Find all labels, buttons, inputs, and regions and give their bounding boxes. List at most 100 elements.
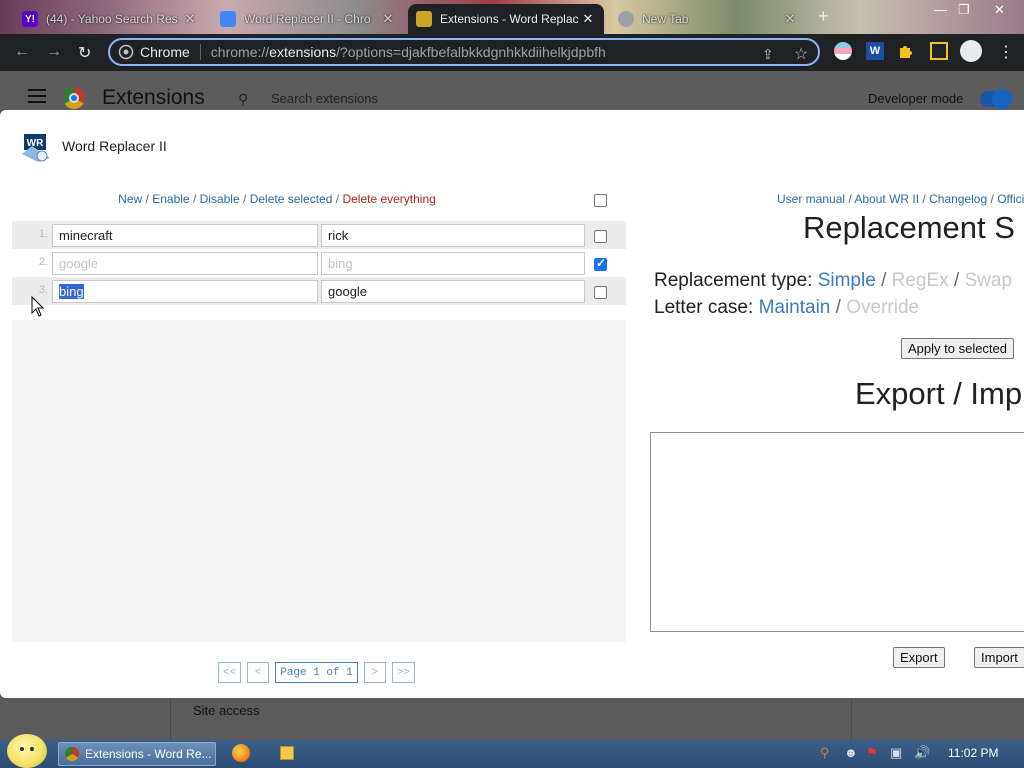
taskbar-item-chrome[interactable]: Extensions - Word Re...	[58, 742, 216, 766]
override-option[interactable]: Override	[846, 297, 919, 318]
replace-input[interactable]: google	[321, 280, 585, 303]
address-bar[interactable]: Chrome chrome://extensions/?options=djak…	[108, 38, 820, 66]
tab-label: Extensions - Word Replac	[440, 12, 579, 26]
forward-icon[interactable]: →	[46, 43, 62, 61]
restore-icon[interactable]: ❐	[958, 2, 970, 18]
profile-flag-icon[interactable]	[834, 42, 852, 60]
close-tab-icon[interactable]: ✕	[782, 11, 798, 27]
search-tray-icon[interactable]: ⚲	[820, 745, 830, 761]
close-tab-icon[interactable]: ✕	[380, 11, 396, 27]
back-icon[interactable]: ←	[14, 43, 30, 61]
tab-label: (44) - Yahoo Search Res	[46, 12, 178, 26]
find-input[interactable]: bing	[52, 280, 318, 303]
page-title: Extensions	[102, 86, 205, 109]
minimize-icon[interactable]: —	[934, 2, 947, 17]
replacement-list: New / Enable / Disable / Delete selected…	[12, 180, 626, 320]
export-button[interactable]: Export	[893, 647, 945, 668]
replace-input[interactable]: bing	[321, 252, 585, 275]
new-tab-button[interactable]: +	[818, 6, 829, 27]
tab-new-tab[interactable]: New Tab ✕	[610, 4, 806, 34]
mouse-cursor-icon	[31, 296, 45, 317]
close-tab-icon[interactable]: ✕	[182, 11, 198, 27]
word-replacer-extension-icon[interactable]: W	[866, 42, 884, 60]
find-input[interactable]: minecraft	[52, 224, 318, 247]
tab-yahoo-search[interactable]: Y! (44) - Yahoo Search Res ✕	[14, 4, 206, 34]
dialog-header: WR Word Replacer II	[0, 110, 1024, 180]
start-button[interactable]	[7, 734, 47, 768]
extensions-puzzle-icon[interactable]	[898, 43, 914, 59]
replace-input[interactable]: rick	[321, 224, 585, 247]
export-import-textarea[interactable]	[650, 432, 1024, 632]
profile-avatar-icon[interactable]	[960, 40, 982, 62]
disable-link[interactable]: Disable	[200, 192, 240, 206]
apply-to-selected-button[interactable]: Apply to selected	[901, 338, 1015, 359]
volume-icon[interactable]: 🔊	[914, 745, 930, 761]
search-input[interactable]: Search extensions	[271, 91, 378, 106]
close-tab-icon[interactable]: ✕	[580, 11, 596, 27]
selected-text: bing	[59, 284, 84, 299]
page-indicator: Page 1 of 1	[275, 662, 358, 683]
official-link[interactable]: Offici	[997, 192, 1024, 206]
row-number: 3.	[38, 284, 48, 296]
maintain-option[interactable]: Maintain	[759, 297, 831, 318]
smiley-tray-icon[interactable]: ☻	[844, 745, 858, 760]
pager: << < Page 1 of 1 > >>	[218, 662, 416, 683]
separator: /	[953, 270, 960, 291]
tab-label: Word Replacer II - Chro	[244, 12, 371, 26]
separator: /	[990, 192, 994, 206]
chrome-icon	[65, 747, 79, 761]
word-replacer-logo-icon: WR	[22, 134, 50, 162]
bookmark-star-icon[interactable]: ☆	[794, 44, 808, 64]
tab-extensions[interactable]: Extensions - Word Replac ✕	[408, 4, 604, 34]
network-tray-icon[interactable]: ▣	[890, 745, 902, 761]
replacement-type-option: Replacement type: Simple / RegEx / Swap	[654, 270, 1012, 292]
user-manual-link[interactable]: User manual	[777, 192, 845, 206]
next-page-button[interactable]: >	[363, 662, 386, 683]
separator: /	[848, 192, 852, 206]
row-checkbox[interactable]	[594, 230, 607, 243]
omnibox-divider	[199, 44, 201, 60]
chrome-logo-icon	[63, 87, 85, 109]
list-actions: New / Enable / Disable / Delete selected…	[12, 192, 626, 206]
delete-selected-link[interactable]: Delete selected	[250, 192, 333, 206]
replacement-row: 2. google bing	[12, 249, 626, 277]
swap-option[interactable]: Swap	[965, 270, 1013, 291]
separator: /	[835, 297, 841, 318]
row-checkbox[interactable]	[594, 286, 607, 299]
separator: /	[922, 192, 926, 206]
row-checkbox[interactable]	[594, 256, 607, 271]
prev-page-button[interactable]: <	[247, 662, 270, 683]
side-panel-icon[interactable]	[930, 42, 948, 60]
last-page-button[interactable]: >>	[391, 662, 416, 683]
taskbar-item-label: Extensions - Word Re...	[85, 747, 212, 761]
find-input[interactable]: google	[52, 252, 318, 275]
regex-option[interactable]: RegEx	[892, 270, 949, 291]
developer-mode-toggle[interactable]	[980, 89, 1012, 109]
enable-link[interactable]: Enable	[152, 192, 189, 206]
tab-word-replacer-store[interactable]: Word Replacer II - Chro ✕	[212, 4, 404, 34]
svg-text:WR: WR	[27, 138, 44, 149]
letter-case-label: Letter case:	[654, 297, 754, 318]
simple-option[interactable]: Simple	[818, 270, 876, 291]
close-window-icon[interactable]: ✕	[994, 2, 1005, 18]
hamburger-menu-icon[interactable]	[28, 89, 46, 107]
changelog-link[interactable]: Changelog	[929, 192, 987, 206]
chrome-menu-icon[interactable]: ⋮	[998, 42, 1014, 62]
pagination-bar: << < Page 1 of 1 > >>	[12, 642, 626, 698]
select-all-checkbox[interactable]	[594, 194, 607, 207]
share-icon[interactable]: ⇪	[762, 46, 774, 63]
new-link[interactable]: New	[118, 192, 142, 206]
reload-icon[interactable]: ↻	[78, 43, 91, 63]
row-number: 2.	[38, 256, 48, 268]
import-button[interactable]: Import	[974, 647, 1024, 668]
about-link[interactable]: About WR II	[854, 192, 919, 206]
firefox-icon[interactable]	[232, 744, 250, 762]
chrome-favicon-icon	[618, 11, 634, 27]
security-tray-icon[interactable]: ⚑	[866, 745, 878, 761]
export-import-heading: Export / Imp	[855, 376, 1023, 411]
search-icon: ⚲	[238, 91, 249, 107]
folder-icon[interactable]	[280, 746, 294, 760]
first-page-button[interactable]: <<	[218, 662, 242, 683]
site-access-section: Site access	[170, 696, 852, 740]
delete-everything-link[interactable]: Delete everything	[342, 192, 435, 206]
